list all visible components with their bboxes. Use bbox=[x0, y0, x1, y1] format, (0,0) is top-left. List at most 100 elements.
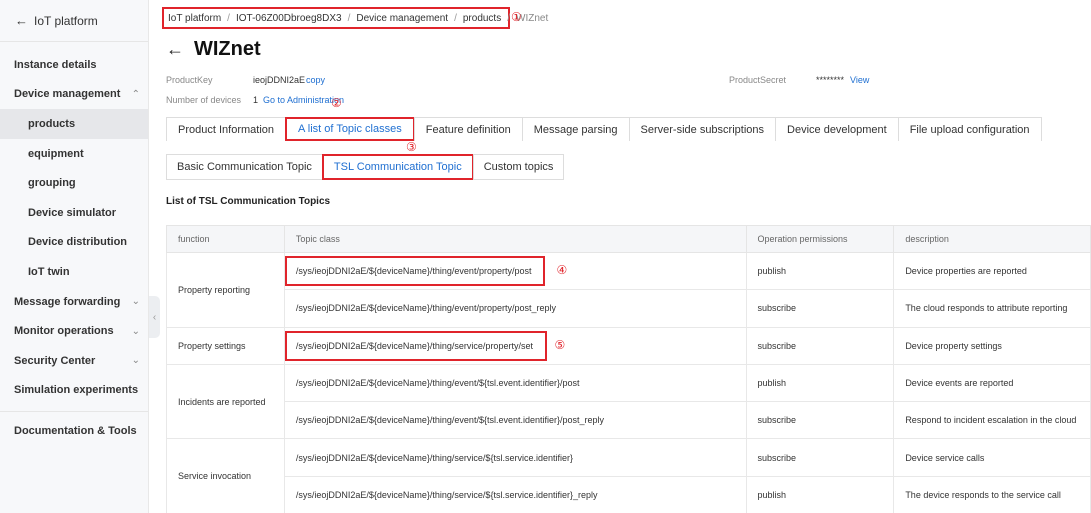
topic-cell: /sys/ieojDDNI2aE/${deviceName}/thing/eve… bbox=[283, 289, 747, 328]
subtab-tsl-communication-topic[interactable]: TSL Communication Topic bbox=[321, 154, 474, 180]
table-row: /sys/ieojDDNI2aE/${deviceName}/thing/eve… bbox=[167, 401, 1091, 440]
column-header-permissions: Operation permissions bbox=[745, 225, 895, 253]
topic-cell: /sys/ieojDDNI2aE/${deviceName}/thing/ser… bbox=[283, 438, 747, 477]
permission-cell: publish bbox=[745, 251, 895, 291]
description-cell: The cloud responds to attribute reportin… bbox=[893, 289, 1091, 328]
sidebar-header[interactable]: ← IoT platform bbox=[0, 0, 148, 42]
page-title: WIZnet bbox=[194, 38, 261, 60]
topic-cell: /sys/ieojDDNI2aE/${deviceName}/thing/eve… bbox=[283, 363, 747, 403]
sidebar-item-products[interactable]: products bbox=[0, 109, 148, 139]
topic-cell: /sys/ieojDDNI2aE/${deviceName}/thing/eve… bbox=[283, 251, 747, 291]
breadcrumb-separator: / bbox=[227, 12, 230, 24]
description-cell: Device service calls bbox=[893, 438, 1091, 477]
table-row: Property settings /sys/ieojDDNI2aE/${dev… bbox=[166, 326, 1091, 365]
permission-cell: publish bbox=[745, 363, 895, 403]
annotation-1: ① bbox=[511, 10, 522, 24]
product-key-label: ProductKey bbox=[166, 75, 213, 85]
devices-count-value: 1 bbox=[253, 95, 259, 105]
sidebar-item-security-center[interactable]: Security Center ⌄ bbox=[0, 346, 148, 376]
tab-product-information[interactable]: Product Information bbox=[166, 117, 286, 141]
annotation-4: ④ bbox=[556, 262, 568, 277]
section-title: List of TSL Communication Topics bbox=[166, 196, 331, 207]
permission-cell: subscribe bbox=[745, 289, 895, 328]
column-header-topic-class: Topic class bbox=[283, 225, 747, 253]
topic-cell: /sys/ieojDDNI2aE/${deviceName}/thing/ser… bbox=[283, 475, 747, 513]
breadcrumb-item-instance[interactable]: IOT-06Z00Dbroeg8DX3 bbox=[236, 13, 342, 24]
sidebar-item-iot-twin[interactable]: IoT twin bbox=[0, 257, 148, 287]
subtab-basic-communication-topic[interactable]: Basic Communication Topic bbox=[166, 154, 323, 180]
view-secret-link[interactable]: View bbox=[850, 75, 869, 85]
devices-count-label: Number of devices bbox=[166, 95, 242, 105]
annotation-3: ③ bbox=[406, 140, 417, 154]
subtab-bar: Basic Communication Topic TSL Communicat… bbox=[166, 154, 565, 180]
function-cell: Incidents are reported bbox=[166, 363, 285, 440]
chevron-down-icon: ⌄ bbox=[131, 355, 140, 367]
table-row: Incidents are reported /sys/ieojDDNI2aE/… bbox=[166, 363, 1091, 440]
description-cell: Respond to incident escalation in the cl… bbox=[893, 401, 1091, 440]
table-row: /sys/ieojDDNI2aE/${deviceName}/thing/ser… bbox=[167, 475, 1091, 513]
topic-cell: /sys/ieojDDNI2aE/${deviceName}/thing/ser… bbox=[283, 326, 747, 365]
description-cell: The device responds to the service call bbox=[893, 475, 1091, 513]
description-cell: Device properties are reported bbox=[893, 251, 1091, 291]
tab-topic-classes[interactable]: A list of Topic classes bbox=[285, 117, 415, 141]
tab-device-development[interactable]: Device development bbox=[775, 117, 899, 141]
sidebar-item-documentation-tools[interactable]: Documentation & Tools bbox=[0, 416, 148, 446]
sidebar: ← IoT platform Instance details Device m… bbox=[0, 0, 149, 513]
breadcrumb-item-iot-platform[interactable]: IoT platform bbox=[168, 13, 221, 24]
table-row: /sys/ieojDDNI2aE/${deviceName}/thing/eve… bbox=[167, 289, 1091, 328]
back-arrow-icon[interactable]: ← bbox=[166, 39, 184, 60]
description-cell: Device property settings bbox=[893, 326, 1091, 365]
chevron-down-icon: ⌄ bbox=[131, 325, 140, 337]
sidebar-item-device-simulator[interactable]: Device simulator bbox=[0, 198, 148, 228]
sidebar-divider bbox=[0, 411, 148, 413]
sidebar-item-simulation-experiments[interactable]: Simulation experiments bbox=[0, 376, 148, 406]
sidebar-header-label: IoT platform bbox=[34, 13, 98, 28]
product-key-value: ieojDDNI2aE bbox=[253, 75, 306, 85]
topic-cell: /sys/ieojDDNI2aE/${deviceName}/thing/eve… bbox=[283, 401, 747, 440]
permission-cell: subscribe bbox=[745, 401, 895, 440]
tab-bar: Product Information A list of Topic clas… bbox=[166, 117, 1042, 141]
table-row: Service invocation /sys/ieojDDNI2aE/${de… bbox=[166, 438, 1091, 513]
breadcrumb-separator: / bbox=[454, 12, 457, 24]
sidebar-item-message-forwarding[interactable]: Message forwarding ⌄ bbox=[0, 287, 148, 317]
sidebar-item-monitor-operations[interactable]: Monitor operations ⌄ bbox=[0, 316, 148, 346]
sidebar-item-equipment[interactable]: equipment bbox=[0, 139, 148, 169]
sidebar-item-instance-details[interactable]: Instance details bbox=[0, 50, 148, 80]
function-cell: Property settings bbox=[166, 326, 285, 365]
product-secret-value: ******** bbox=[816, 75, 845, 85]
permission-cell: subscribe bbox=[745, 438, 895, 477]
chevron-down-icon: ⌄ bbox=[131, 296, 140, 308]
chevron-up-icon: ⌃ bbox=[131, 88, 140, 100]
tab-message-parsing[interactable]: Message parsing bbox=[521, 117, 630, 141]
highlighted-topic: /sys/ieojDDNI2aE/${deviceName}/thing/ser… bbox=[284, 330, 547, 361]
column-header-description: description bbox=[893, 225, 1091, 253]
description-cell: Device events are reported bbox=[893, 363, 1091, 403]
annotation-5: ⑤ bbox=[554, 337, 566, 352]
copy-link[interactable]: copy bbox=[306, 75, 325, 85]
subtab-custom-topics[interactable]: Custom topics bbox=[472, 154, 565, 180]
breadcrumb-item-device-management[interactable]: Device management bbox=[356, 13, 448, 24]
breadcrumb-item-products[interactable]: products bbox=[463, 13, 501, 24]
breadcrumb-separator: / bbox=[347, 12, 351, 24]
function-cell: Property reporting bbox=[166, 252, 285, 328]
sidebar-item-grouping[interactable]: grouping bbox=[0, 168, 148, 198]
table-row: Property reporting /sys/ieojDDNI2aE/${de… bbox=[166, 251, 1091, 328]
back-arrow-icon[interactable]: ← bbox=[15, 13, 28, 28]
sidebar-collapse-handle[interactable]: ‹ bbox=[149, 296, 160, 338]
sidebar-item-device-management[interactable]: Device management ⌃ bbox=[0, 80, 148, 110]
tab-feature-definition[interactable]: Feature definition bbox=[413, 117, 523, 141]
table-header-row: function Topic class Operation permissio… bbox=[166, 225, 1091, 253]
tab-file-upload-configuration[interactable]: File upload configuration bbox=[897, 117, 1042, 141]
highlighted-topic: /sys/ieojDDNI2aE/${deviceName}/thing/eve… bbox=[284, 256, 546, 287]
column-header-function: function bbox=[166, 225, 285, 253]
permission-cell: subscribe bbox=[745, 326, 895, 365]
product-secret-label: ProductSecret bbox=[729, 75, 787, 85]
sidebar-item-device-distribution[interactable]: Device distribution bbox=[0, 228, 148, 258]
breadcrumb-separator: / bbox=[507, 12, 510, 24]
permission-cell: publish bbox=[745, 475, 895, 513]
breadcrumb: IoT platform / IOT-06Z00Dbroeg8DX3 / Dev… bbox=[162, 7, 548, 29]
tab-server-side-subscriptions[interactable]: Server-side subscriptions bbox=[628, 117, 777, 141]
topics-table: function Topic class Operation permissio… bbox=[166, 225, 1091, 513]
page-header: ← WIZnet bbox=[166, 38, 261, 61]
function-cell: Service invocation bbox=[166, 438, 285, 513]
